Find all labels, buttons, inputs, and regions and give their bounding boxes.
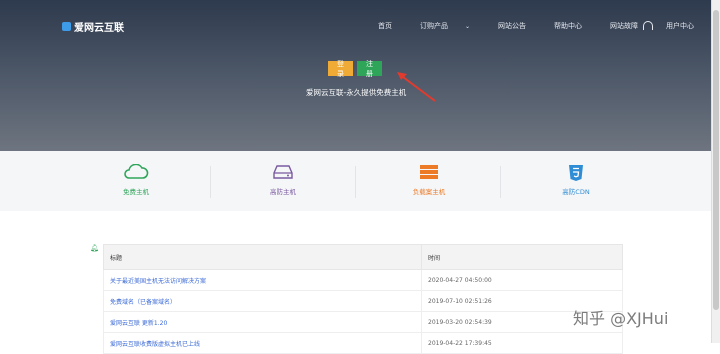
- watermark: 知乎 @XJHui: [573, 309, 669, 328]
- nav-item-order-products[interactable]: 订购产品 ⌄: [420, 21, 484, 31]
- table-row[interactable]: 免费域名（已备案域名） 2019-07-10 02:51:26: [103, 290, 623, 312]
- site-logo[interactable]: 爱网云互联: [62, 19, 124, 34]
- row-title-link[interactable]: 爱网云互联 更新1.20: [103, 311, 422, 333]
- feature-cdn[interactable]: 高防CDN: [546, 164, 606, 196]
- nav-item-help-center[interactable]: 帮助中心: [554, 21, 596, 31]
- nav-item-announcements[interactable]: 网站公告: [498, 21, 540, 31]
- row-time: 2019-04-22 17:39:45: [421, 332, 623, 354]
- column-header-time: 时间: [421, 244, 623, 270]
- feature-free-host[interactable]: 免费主机: [106, 164, 166, 196]
- red-arrow-annotation: [397, 72, 436, 102]
- announcements-table: 标题 时间 关于最近美国主机无法访问解决方案 2020-04-27 04:50:…: [103, 244, 623, 354]
- server-icon: [253, 164, 313, 182]
- logo-icon: [62, 22, 71, 31]
- divider: [210, 166, 211, 198]
- table-row[interactable]: 关于最近美国主机无法访问解决方案 2020-04-27 04:50:00: [103, 269, 623, 291]
- divider: [500, 166, 501, 198]
- feature-ddos-host[interactable]: 高防主机: [253, 164, 313, 196]
- row-title-link[interactable]: 爱网云互联收费版虚拟主机已上线: [103, 332, 422, 354]
- row-title-link[interactable]: 关于最近美国主机无法访问解决方案: [103, 269, 422, 291]
- row-title-link[interactable]: 免费域名（已备案域名）: [103, 290, 422, 312]
- chevron-down-icon: ⌄: [465, 23, 471, 30]
- hero-subtitle: 爱网云互联-永久提供免费主机: [306, 88, 407, 97]
- feature-label: 免费主机: [123, 188, 149, 196]
- feature-label: 高防CDN: [562, 188, 590, 196]
- html5-icon: [546, 164, 606, 182]
- stack-icon: [399, 164, 459, 182]
- headset-icon[interactable]: [643, 21, 653, 30]
- feature-label: 负载案主机: [412, 188, 446, 196]
- table-row[interactable]: 爱网云互联 更新1.20 2019-03-20 02:54:39: [103, 311, 623, 333]
- feature-label: 高防主机: [270, 188, 296, 196]
- column-header-title: 标题: [103, 244, 422, 270]
- feature-load-balance-host[interactable]: 负载案主机: [399, 164, 459, 196]
- scrollbar-thumb[interactable]: [713, 10, 719, 310]
- top-nav: 首页 订购产品⌄ 网站公告 帮助中心 网站故障 用户中心⌄: [378, 21, 720, 31]
- cloud-icon: [106, 164, 166, 182]
- bell-icon: 🔔︎: [90, 244, 99, 252]
- register-button[interactable]: 注册: [357, 61, 382, 78]
- logo-text: 爱网云互联: [74, 23, 124, 34]
- row-time: 2020-04-27 04:50:00: [421, 269, 623, 291]
- divider: [355, 166, 356, 198]
- login-button[interactable]: 登录: [328, 61, 353, 78]
- table-row[interactable]: 爱网云互联收费版虚拟主机已上线 2019-04-22 17:39:45: [103, 332, 623, 354]
- table-header-row: 标题 时间: [103, 244, 623, 270]
- scrollbar[interactable]: [711, 0, 720, 343]
- nav-item-home[interactable]: 首页: [378, 21, 406, 31]
